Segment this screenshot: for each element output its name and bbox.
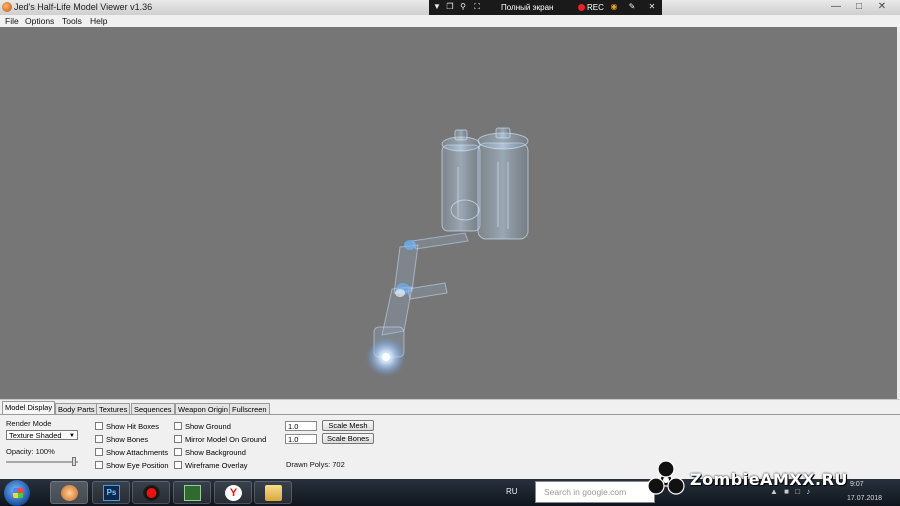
- wireframe-overlay-label: Wireframe Overlay: [185, 461, 248, 470]
- opacity-slider-handle[interactable]: [72, 457, 76, 466]
- model-viewport[interactable]: [0, 27, 897, 399]
- show-attachments-checkbox[interactable]: [95, 448, 103, 456]
- taskbar-photoshop[interactable]: Ps: [92, 481, 130, 504]
- show-eye-position-label: Show Eye Position: [106, 461, 169, 470]
- show-attachments-label: Show Attachments: [106, 448, 169, 457]
- menu-bar: File Options Tools Help: [0, 15, 900, 27]
- tab-model-display[interactable]: Model Display: [2, 401, 56, 415]
- taskbar-hlmv[interactable]: [50, 481, 88, 504]
- weapon-model: [366, 127, 529, 377]
- render-mode-value: Texture Shaded: [9, 431, 62, 440]
- yandex-browser-icon: Y: [225, 485, 242, 501]
- camera-icon[interactable]: ◉: [609, 2, 619, 12]
- opacity-slider-track[interactable]: [6, 461, 78, 463]
- render-mode-select[interactable]: Texture Shaded ▼: [6, 430, 78, 440]
- show-hit-boxes-label: Show Hit Boxes: [106, 422, 159, 431]
- show-ground-label: Show Ground: [185, 422, 231, 431]
- scale-mesh-input[interactable]: 1.0: [285, 421, 317, 431]
- zoom-icon[interactable]: ⚲: [458, 2, 468, 12]
- fullscreen-label[interactable]: Полный экран: [501, 3, 553, 12]
- mirror-model-checkbox[interactable]: [174, 435, 182, 443]
- taskbar-explorer[interactable]: [254, 481, 292, 504]
- show-bones-label: Show Bones: [106, 435, 149, 444]
- show-background-checkbox[interactable]: [174, 448, 182, 456]
- close-icon[interactable]: ✕: [647, 2, 657, 12]
- opacity-label: Opacity: 100%: [6, 447, 55, 456]
- hlmv-icon: [61, 485, 78, 501]
- search-input[interactable]: Search in google.com: [535, 481, 655, 503]
- show-bones-checkbox[interactable]: [95, 435, 103, 443]
- wireframe-overlay-checkbox[interactable]: [174, 461, 182, 469]
- language-indicator[interactable]: RU: [506, 487, 518, 496]
- app-icon: [2, 2, 12, 12]
- show-eye-position-checkbox[interactable]: [95, 461, 103, 469]
- minimize-icon[interactable]: —: [828, 1, 844, 13]
- menu-tools[interactable]: Tools: [62, 16, 82, 26]
- windows-logo-icon: [13, 488, 23, 498]
- maximize-icon[interactable]: □: [851, 1, 867, 13]
- fullscreen-icon[interactable]: ⛶: [472, 2, 482, 12]
- pen-icon[interactable]: ✎: [627, 2, 637, 12]
- tab-divider: [0, 414, 900, 415]
- recorder-toolbar: ▼ ❐ ⚲ ⛶ Полный экран REC ◉ ✎ ✕: [429, 0, 662, 15]
- chevron-down-icon: ▼: [69, 433, 75, 439]
- watermark-text: ZombieAMXX.RU: [690, 470, 848, 489]
- show-background-label: Show Background: [185, 448, 246, 457]
- mirror-model-label: Mirror Model On Ground: [185, 435, 267, 444]
- scale-bones-button[interactable]: Scale Bones: [322, 433, 374, 444]
- biohazard-icon: [647, 460, 685, 495]
- watermark: ZombieAMXX.RU: [644, 460, 874, 500]
- window-mode-icon[interactable]: ❐: [445, 2, 455, 12]
- scale-bones-input[interactable]: 1.0: [285, 434, 317, 444]
- photoshop-icon: Ps: [103, 485, 120, 501]
- menu-file[interactable]: File: [5, 16, 19, 26]
- taskbar-recorder[interactable]: [132, 481, 170, 504]
- render-mode-label: Render Mode: [6, 419, 52, 428]
- menu-options[interactable]: Options: [25, 16, 54, 26]
- menu-help[interactable]: Help: [90, 16, 107, 26]
- close-icon[interactable]: ✕: [874, 1, 890, 13]
- taskbar-cmd[interactable]: [173, 481, 211, 504]
- start-button[interactable]: [4, 480, 30, 506]
- rec-label[interactable]: REC: [587, 3, 604, 12]
- drawn-polys-label: Drawn Polys: 702: [286, 460, 345, 469]
- folder-icon: [265, 485, 282, 501]
- show-hit-boxes-checkbox[interactable]: [95, 422, 103, 430]
- dropdown-icon[interactable]: ▼: [432, 2, 442, 12]
- recorder-icon: [143, 485, 160, 501]
- scale-mesh-button[interactable]: Scale Mesh: [322, 420, 374, 431]
- show-ground-checkbox[interactable]: [174, 422, 182, 430]
- record-icon[interactable]: [578, 4, 585, 11]
- cmd-icon: [184, 485, 201, 501]
- window-title: Jed's Half-Life Model Viewer v1.36: [14, 2, 153, 12]
- taskbar-yandex[interactable]: Y: [214, 481, 252, 504]
